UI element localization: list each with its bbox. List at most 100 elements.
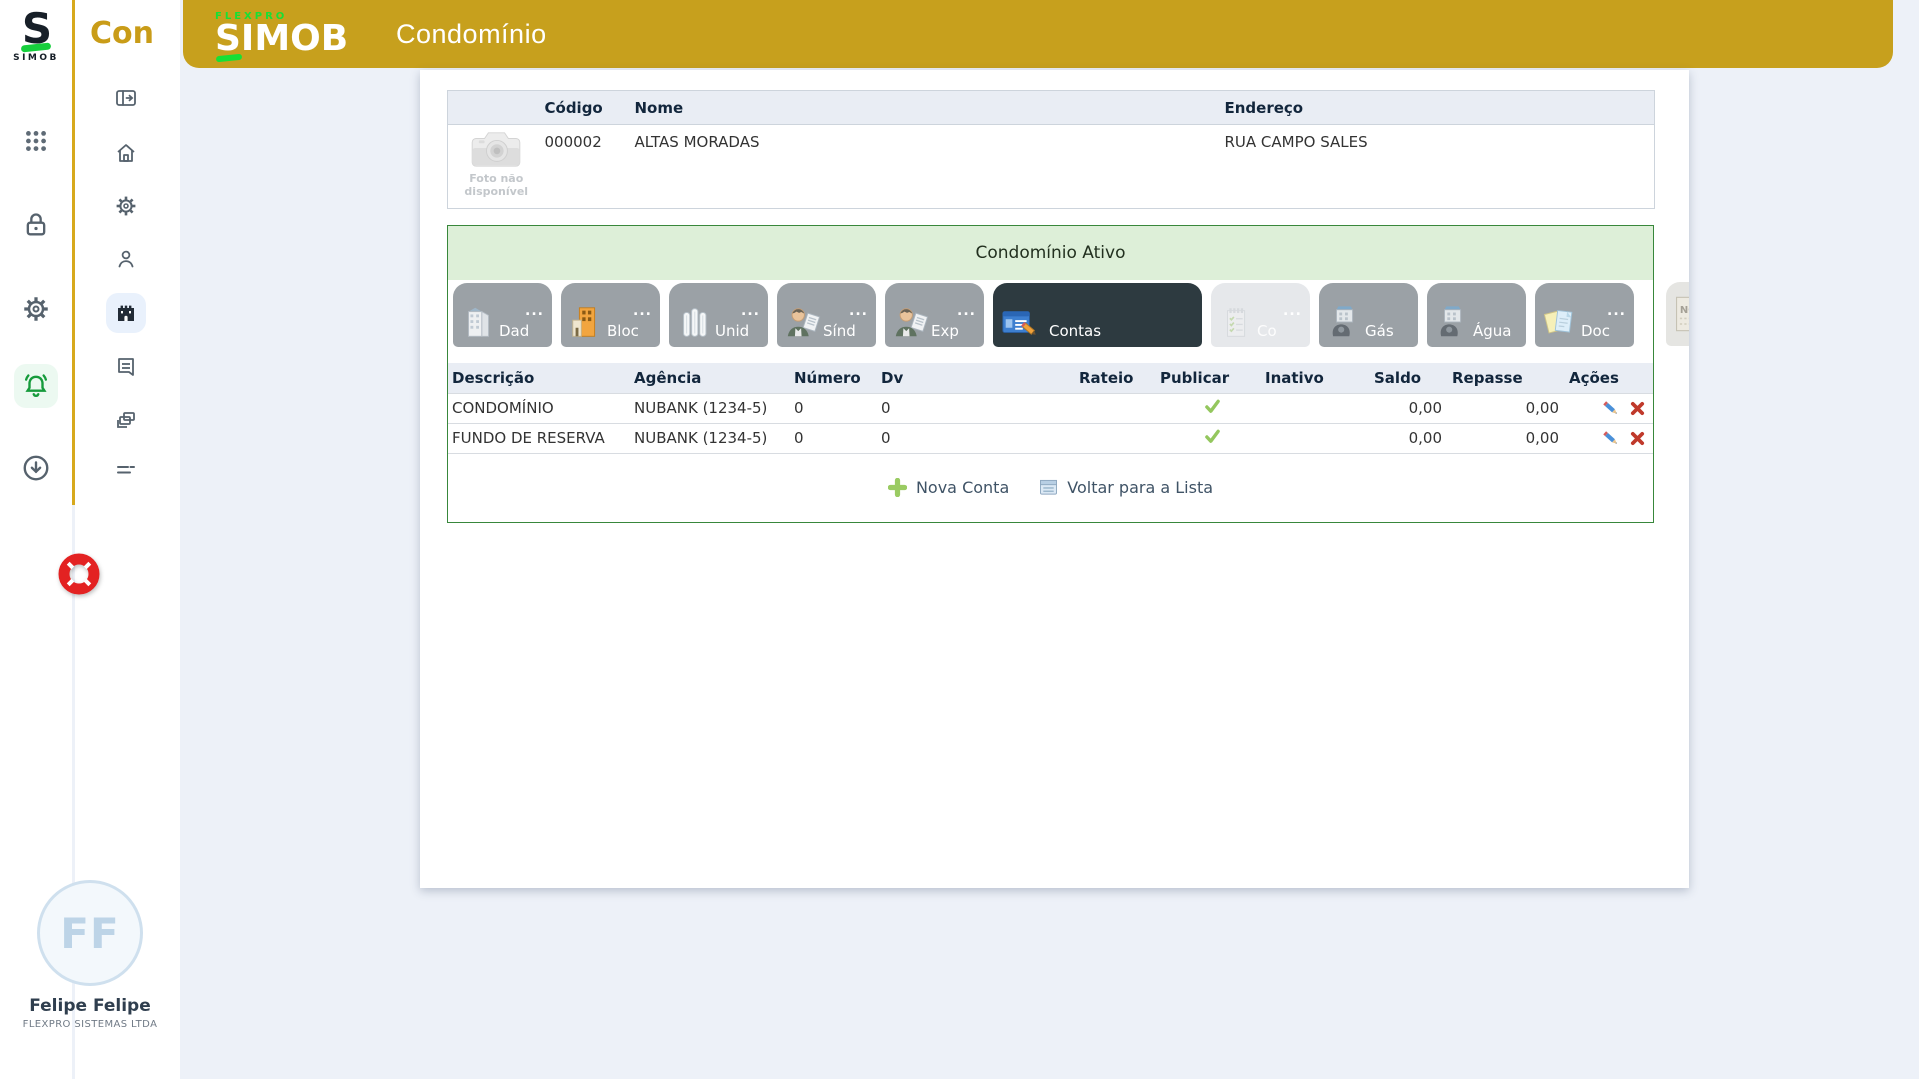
- list-window-icon: [1039, 479, 1058, 496]
- panel-title: Condomínio Ativo: [975, 243, 1125, 263]
- avatar[interactable]: FF: [37, 880, 143, 986]
- cell-repasse: 0,00: [1448, 423, 1565, 453]
- home-icon[interactable]: [106, 133, 146, 173]
- header-simob-logo: FLEXPRO SIMOB: [215, 11, 380, 56]
- account-row: CONDOMÍNIO NUBANK (1234-5) 0 0 0,00 0,00: [448, 393, 1653, 423]
- photo-column-header: [448, 91, 545, 125]
- photo-caption: Foto não disponível: [460, 173, 532, 198]
- col-descricao: Descrição: [448, 363, 630, 393]
- cell-agencia: NUBANK (1234-5): [630, 423, 790, 453]
- page-header: FLEXPRO SIMOB Condomínio: [183, 0, 1893, 68]
- condo-tab-bar: ... Dad ... Bloc ... Unid ... Sínd: [453, 283, 1634, 347]
- download-icon[interactable]: [14, 446, 58, 490]
- content-card: Código Nome Endereço Foto não disponível…: [420, 70, 1689, 888]
- water-meter-icon: [1434, 304, 1472, 342]
- cell-publicar: [1160, 423, 1265, 453]
- cell-inativo: [1265, 393, 1370, 423]
- tab-contas[interactable]: Contas: [993, 283, 1202, 347]
- list-lines-icon[interactable]: [106, 450, 146, 490]
- user-profile[interactable]: FF Felipe Felipe FLEXPRO SISTEMAS LTDA: [0, 880, 180, 1030]
- tab-more-dots: ...: [1283, 303, 1302, 319]
- cell-rateio: [1075, 393, 1160, 423]
- panel-header-band: Condomínio Ativo: [448, 226, 1653, 280]
- cell-repasse: 0,00: [1448, 393, 1565, 423]
- cell-dv: 0: [877, 423, 1075, 453]
- tab-sindico[interactable]: ... Sínd: [777, 283, 876, 347]
- person-icon[interactable]: [106, 239, 146, 279]
- tab-notas-clipped[interactable]: NO: [1666, 282, 1689, 346]
- voltar-lista-label: Voltar para a Lista: [1067, 478, 1213, 497]
- check-icon: [1204, 399, 1221, 418]
- tab-agua[interactable]: Água: [1427, 283, 1526, 347]
- cell-dv: 0: [877, 393, 1075, 423]
- note-document-icon[interactable]: [106, 347, 146, 387]
- help-lifebuoy-icon[interactable]: [55, 550, 103, 598]
- delete-x-icon[interactable]: [1630, 401, 1645, 416]
- condo-codigo: 000002: [545, 125, 635, 209]
- building-3d-icon: [460, 304, 498, 342]
- col-repasse: Repasse: [1448, 363, 1565, 393]
- tab-unidades[interactable]: ... Unid: [669, 283, 768, 347]
- documents-icon: [1542, 304, 1580, 342]
- syndic-person-icon: [784, 304, 822, 342]
- cell-saldo: 0,00: [1370, 393, 1448, 423]
- staff-person-icon: [892, 304, 930, 342]
- tab-label: Exp: [931, 322, 959, 340]
- app-window: S SIMOB Con: [0, 0, 1919, 1079]
- tab-gas[interactable]: Gás: [1319, 283, 1418, 347]
- condo-photo-placeholder: Foto não disponível: [448, 125, 545, 209]
- copy-stack-icon[interactable]: [106, 400, 146, 440]
- check-icon: [1204, 429, 1221, 448]
- module-title: Con: [90, 16, 154, 51]
- edit-pencil-icon[interactable]: [1602, 430, 1620, 447]
- tab-dados[interactable]: ... Dad: [453, 283, 552, 347]
- simob-logo: S SIMOB: [0, 8, 72, 63]
- condo-nome: ALTAS MORADAS: [635, 125, 1225, 209]
- tab-label: Água: [1473, 322, 1511, 340]
- accounts-table: Descrição Agência Número Dv Rateio Publi…: [448, 363, 1653, 454]
- edit-pencil-icon[interactable]: [1602, 400, 1620, 417]
- tab-more-dots: ...: [525, 303, 544, 319]
- cell-inativo: [1265, 423, 1370, 453]
- settings-gear-icon[interactable]: [14, 287, 58, 331]
- col-inativo: Inativo: [1265, 363, 1370, 393]
- tab-expediente[interactable]: ... Exp: [885, 283, 984, 347]
- notifications-bell-icon[interactable]: [14, 364, 58, 408]
- tab-more-dots: ...: [957, 303, 976, 319]
- tab-blocos[interactable]: ... Bloc: [561, 283, 660, 347]
- tab-documentos[interactable]: ... Doc: [1535, 283, 1634, 347]
- cell-descricao: FUNDO DE RESERVA: [448, 423, 630, 453]
- panel-actions: Nova Conta Voltar para a Lista: [448, 453, 1653, 522]
- tab-checklist[interactable]: ... Co: [1211, 283, 1310, 347]
- note-pad-icon: NO: [1674, 294, 1689, 334]
- user-name: Felipe Felipe: [0, 996, 180, 1016]
- cell-agencia: NUBANK (1234-5): [630, 393, 790, 423]
- accounts-card-icon: [1000, 304, 1038, 342]
- tab-label: Sínd: [823, 322, 856, 340]
- lock-icon[interactable]: [14, 203, 58, 247]
- tab-label: Contas: [1049, 322, 1101, 340]
- cell-saldo: 0,00: [1370, 423, 1448, 453]
- voltar-lista-button[interactable]: Voltar para a Lista: [1039, 478, 1213, 497]
- collapse-panel-icon[interactable]: [106, 78, 146, 118]
- tab-label: Co: [1257, 322, 1277, 340]
- simob-wordmark: SIMOB: [215, 22, 380, 56]
- condominium-building-icon[interactable]: [106, 293, 146, 333]
- col-agencia: Agência: [630, 363, 790, 393]
- col-header-nome: Nome: [635, 91, 1225, 125]
- delete-x-icon[interactable]: [1630, 431, 1645, 446]
- cell-rateio: [1075, 423, 1160, 453]
- module-settings-gear-icon[interactable]: [106, 186, 146, 226]
- user-company: FLEXPRO SISTEMAS LTDA: [0, 1019, 180, 1030]
- apps-grid-icon[interactable]: [14, 119, 58, 163]
- col-header-codigo: Código: [545, 91, 635, 125]
- account-row: FUNDO DE RESERVA NUBANK (1234-5) 0 0 0,0…: [448, 423, 1653, 453]
- nova-conta-button[interactable]: Nova Conta: [888, 478, 1009, 497]
- condo-summary-table: Código Nome Endereço Foto não disponível…: [447, 90, 1655, 209]
- tab-more-dots: ...: [849, 303, 868, 319]
- condo-endereco: RUA CAMPO SALES: [1225, 125, 1655, 209]
- col-publicar: Publicar: [1160, 363, 1265, 393]
- col-rateio: Rateio: [1075, 363, 1160, 393]
- tab-label: Gás: [1365, 322, 1394, 340]
- logo-word: SIMOB: [0, 53, 72, 63]
